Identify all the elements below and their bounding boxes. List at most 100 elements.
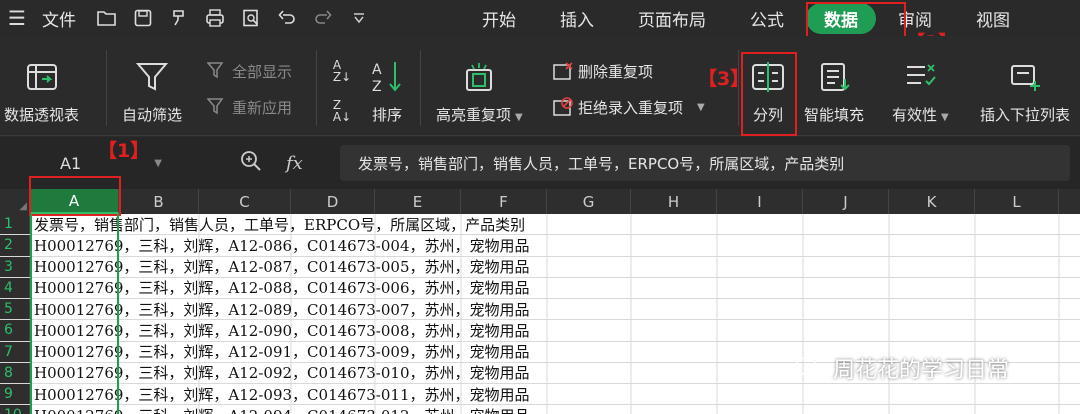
tab-page-layout[interactable]: 页面布局 [616,6,728,31]
quick-access-toolbar [96,7,370,29]
file-menu[interactable]: 文件 [42,6,76,31]
highlight-duplicates-button[interactable]: 高亮重复项 ▼ [436,58,523,125]
open-folder-icon[interactable] [96,7,118,29]
remove-duplicates-button[interactable]: 删除重复项 [552,60,653,82]
column-header-b[interactable]: B [119,189,199,214]
row-header[interactable]: 6 [0,320,30,341]
menu-icon[interactable]: ☰ [8,6,30,30]
cell-a-text: H00012769，三科，刘辉，A12-086，C014673-004，苏州，宠… [34,236,530,255]
annotation-label-1: 【1】 [98,140,150,162]
divider [106,50,107,126]
data-ribbon: 数据透视表 自动筛选 全部显示 重新应用 A Z↓ Z A↓ AZ 排序 高亮重… [0,36,1080,136]
print-preview-icon[interactable] [240,7,262,29]
smart-fill-button[interactable]: 智能填充 [804,58,864,125]
validity-label: 有效性 ▼ [892,106,949,124]
row-cells[interactable]: H00012769，三科，刘辉，A12-093，C014673-011，苏州，宠… [30,384,1080,404]
column-header-e[interactable]: E [375,189,461,214]
customize-toolbar-icon[interactable] [348,7,370,29]
show-all-label: 全部显示 [232,62,293,81]
row-header[interactable]: 2 [0,235,30,256]
filter-icon [133,58,171,96]
reject-duplicates-label: 拒绝录入重复项 [578,98,684,117]
cell-a-text: H00012769，三科，刘辉，A12-093，C014673-011，苏州，宠… [34,385,530,404]
save-icon[interactable] [132,7,154,29]
validity-icon [901,58,939,96]
format-painter-icon[interactable] [168,7,190,29]
column-header-h[interactable]: H [631,189,717,214]
svg-text:Z: Z [372,79,382,94]
print-icon[interactable] [204,7,226,29]
cell-a-text: 发票号，销售部门，销售人员，工单号，ERPCO号，所属区域，产品类别 [34,215,526,234]
insert-dropdown-list-icon [1006,58,1044,96]
tab-view[interactable]: 视图 [954,6,1032,31]
row-header[interactable]: 10 [0,405,30,414]
row-cells[interactable]: H00012769，三科，刘辉，A12-094，C014673-012，苏州，宠… [30,405,1080,414]
column-header-c[interactable]: C [199,189,291,214]
row-cells[interactable]: H00012769，三科，刘辉，A12-087，C014673-005，苏州，宠… [30,257,1080,277]
highlight-duplicates-label: 高亮重复项 ▼ [436,106,523,124]
fx-icon[interactable]: fx [286,153,303,174]
column-header-i[interactable]: I [717,189,803,214]
column-header-j[interactable]: J [803,189,889,214]
sort-descending-button[interactable]: Z A↓ [330,98,358,124]
sort-icon: AZ [368,58,406,96]
formula-input[interactable]: 发票号，销售部门，销售人员，工单号，ERPCO号，所属区域，产品类别 [340,145,1070,181]
cell-a-text: H00012769，三科，刘辉，A12-092，C014673-010，苏州，宠… [34,364,530,383]
column-header-f[interactable]: F [461,189,547,214]
sort-button[interactable]: AZ 排序 [368,58,406,125]
reject-duplicates-button[interactable]: 拒绝录入重复项 ▼ [552,96,705,118]
column-header-k[interactable]: K [889,189,975,214]
dropdown-caret-icon: ▼ [697,101,705,113]
sort-za-icon: Z A↓ [332,98,352,124]
redo-icon[interactable] [312,7,334,29]
tab-home[interactable]: 开始 [460,6,538,31]
formula-bar: A1 ▼ fx 发票号，销售部门，销售人员，工单号，ERPCO号，所属区域，产品… [0,137,1080,189]
chevron-down-icon[interactable]: ▼ [154,158,162,169]
cell-a-text: H00012769，三科，刘辉，A12-091，C014673-009，苏州，宠… [34,343,530,362]
row-cells[interactable]: H00012769，三科，刘辉，A12-088，C014673-006，苏州，宠… [30,278,1080,298]
cell-a-text: H00012769，三科，刘辉，A12-089，C014673-007，苏州，宠… [34,300,530,319]
smart-fill-icon [815,58,853,96]
cell-a-text: H00012769，三科，刘辉，A12-088，C014673-006，苏州，宠… [34,279,530,298]
row-header[interactable]: 3 [0,256,30,277]
pivot-table-button[interactable]: 数据透视表 [4,58,79,125]
reapply-button[interactable]: 重新应用 [206,96,292,118]
auto-filter-button[interactable]: 自动筛选 [122,58,182,125]
tab-formulas[interactable]: 公式 [728,6,806,31]
row-cells[interactable]: H00012769，三科，刘辉，A12-090，C014673-008，苏州，宠… [30,320,1080,340]
row-header[interactable]: 4 [0,277,30,298]
undo-icon[interactable] [276,7,298,29]
validity-button[interactable]: 有效性 ▼ [892,58,949,125]
row-cells[interactable]: H00012769，三科，刘辉，A12-089，C014673-007，苏州，宠… [30,299,1080,319]
table-row: 5 H00012769，三科，刘辉，A12-089，C014673-007，苏州… [0,299,1080,321]
cell-a-text: H00012769，三科，刘辉，A12-090，C014673-008，苏州，宠… [34,321,530,340]
column-header-l[interactable]: L [975,189,1059,214]
sort-ascending-button[interactable]: A Z↓ [330,58,358,84]
table-row: 10 H00012769，三科，刘辉，A12-094，C014673-012，苏… [0,405,1080,414]
cell-a-text: H00012769，三科，刘辉，A12-087，C014673-005，苏州，宠… [34,258,530,277]
row-header[interactable]: 9 [0,384,30,405]
divider [420,50,421,126]
show-all-button[interactable]: 全部显示 [206,60,292,82]
tab-insert[interactable]: 插入 [538,6,616,31]
zoom-search-icon[interactable] [240,150,262,177]
watermark-text: 周花花的学习日常 [833,358,1010,383]
pivot-table-label: 数据透视表 [4,106,80,124]
column-header-d[interactable]: D [291,189,375,214]
divider [316,50,317,126]
row-header[interactable]: 7 [0,341,30,362]
insert-dropdown-list-button[interactable]: 插入下拉列表 [980,58,1070,125]
row-header[interactable]: 5 [0,299,30,320]
svg-text:A: A [372,62,382,78]
cell-a-text: H00012769，三科，刘辉，A12-094，C014673-012，苏州，宠… [34,405,530,414]
column-header-g[interactable]: G [547,189,631,214]
row-cells[interactable]: H00012769，三科，刘辉，A12-086，C014673-004，苏州，宠… [30,235,1080,255]
watermark: 周花花的学习日常 [795,352,1009,384]
chat-bubble-icon [795,357,824,379]
select-all-corner[interactable]: ◢ [0,189,30,214]
row-cells[interactable]: 发票号，销售部门，销售人员，工单号，ERPCO号，所属区域，产品类别 [30,214,1080,234]
smart-fill-label: 智能填充 [804,106,865,124]
reject-duplicates-icon [552,96,574,118]
row-header[interactable]: 1 [0,214,30,235]
row-header[interactable]: 8 [0,362,30,383]
